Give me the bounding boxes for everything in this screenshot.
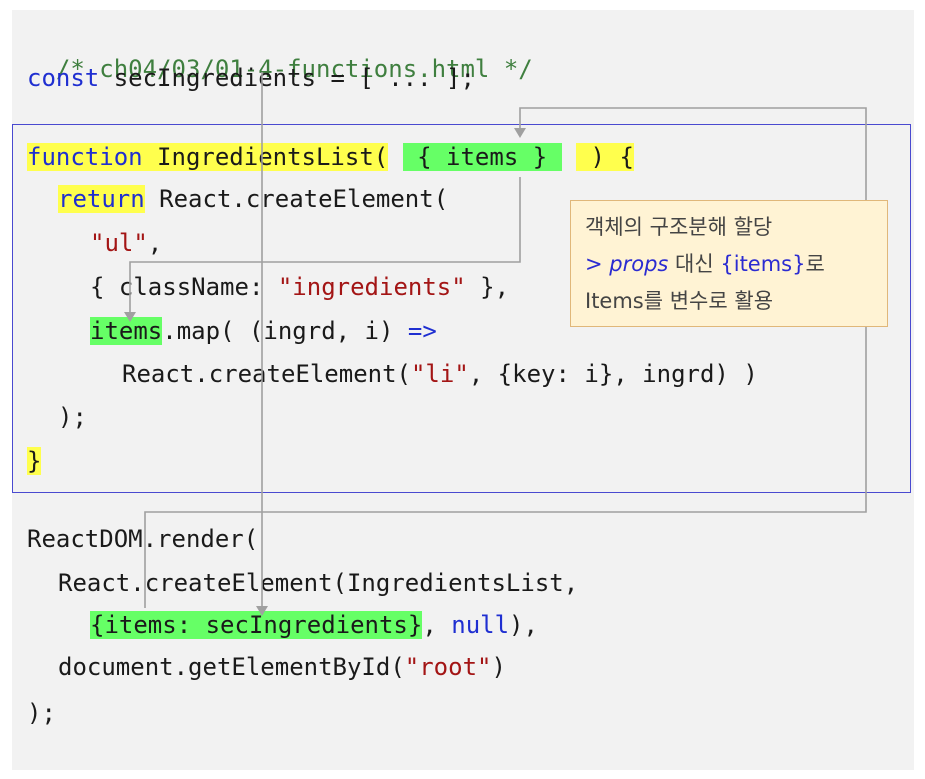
note-items-code: {items} bbox=[720, 252, 806, 276]
note-line-2: > props 대신 {items}로 bbox=[585, 246, 873, 283]
arrowhead-down-1 bbox=[256, 606, 268, 616]
arrowhead-down-2 bbox=[514, 128, 526, 138]
arrow-param-to-items bbox=[129, 177, 521, 314]
note-line-1: 객체의 구조분해 할당 bbox=[585, 215, 773, 239]
note-suffix: 로 bbox=[805, 252, 825, 276]
note-mid: 대신 bbox=[668, 252, 721, 276]
annotation-note: 객체의 구조분해 할당 > props 대신 {items}로 Items를 변… bbox=[570, 200, 888, 327]
arrow-props-to-param bbox=[144, 107, 867, 608]
note-props: props bbox=[609, 252, 669, 276]
note-line-3: Items를 변수로 활용 bbox=[585, 289, 774, 313]
flow-arrows bbox=[124, 72, 867, 616]
note-marker: > bbox=[585, 252, 610, 276]
arrowhead-down-3 bbox=[124, 312, 136, 322]
